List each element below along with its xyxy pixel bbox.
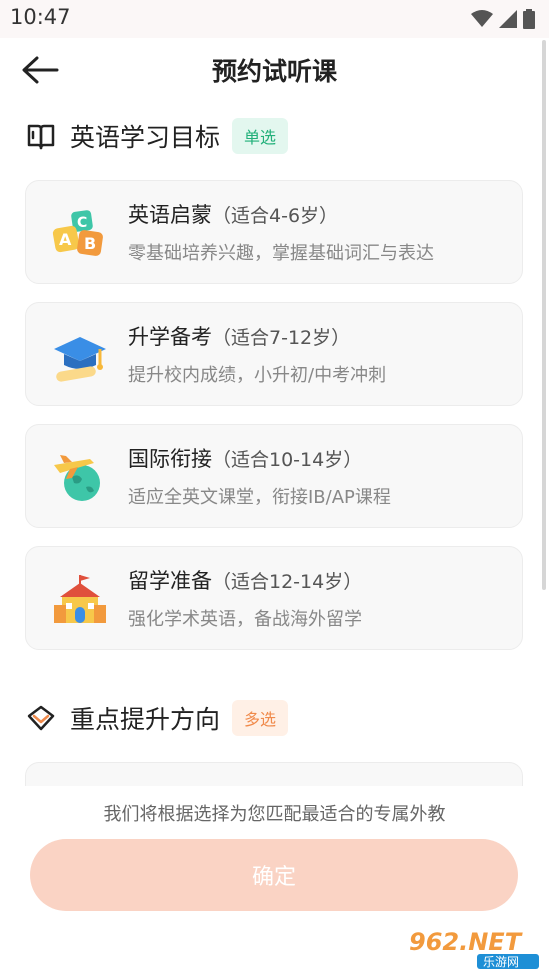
diamond-icon [27,705,55,731]
globe-plane-icon [54,455,100,501]
card-title: 留学准备（适合12-14岁） [128,565,362,595]
watermark-subtext: 乐游网 [483,955,519,969]
card-age: （适合4-6岁） [212,205,339,227]
page-title: 预约试听课 [211,57,337,86]
option-card-exam-prep[interactable]: 升学备考（适合7-12岁） 提升校内成绩，小升初/中考冲刺 [25,302,523,406]
card-age: （适合10-14岁） [212,449,363,471]
card-title-text: 留学准备 [128,569,212,593]
signal-icon [499,10,517,28]
card-title-text: 英语启蒙 [128,203,212,227]
status-time: 10:47 [10,5,71,29]
match-hint-text: 我们将根据选择为您匹配最适合的专属外教 [103,804,446,825]
card-title: 英语启蒙（适合4-6岁） [128,199,338,229]
card-desc: 零基础培养兴趣，掌握基础词汇与表达 [128,243,434,264]
status-icons [471,9,535,29]
svg-text:B: B [84,234,96,253]
card-age: （适合12-14岁） [212,571,363,593]
section-goal-header: 英语学习目标 单选 [26,118,289,154]
card-desc: 适应全英文课堂，衔接IB/AP课程 [128,487,391,508]
single-select-badge: 单选 [232,118,289,154]
watermark-logo: 962.NET 乐游网 [409,928,539,969]
card-desc: 强化学术英语，备战海外留学 [128,609,362,630]
book-icon [27,124,55,150]
confirm-button[interactable]: 确定 [30,839,518,911]
wifi-icon [471,10,493,27]
card-title-text: 升学备考 [128,325,212,349]
battery-icon [523,9,535,29]
card-title-text: 国际衔接 [128,447,212,471]
svg-text:A: A [59,230,72,249]
graduation-cap-icon [54,337,106,382]
section-goal-title: 英语学习目标 [70,123,221,152]
scrollbar[interactable] [542,40,546,590]
card-title: 国际衔接（适合10-14岁） [128,443,362,473]
section-focus-title: 重点提升方向 [70,705,221,734]
multi-select-badge: 多选 [232,700,289,736]
card-desc: 提升校内成绩，小升初/中考冲刺 [128,365,387,386]
watermark-text: 962.NET [409,928,523,956]
status-bar: 10:47 [0,0,549,38]
card-age: （适合7-12岁） [212,327,351,349]
card-title: 升学备考（适合7-12岁） [128,321,350,351]
option-card-study-abroad[interactable]: 留学准备（适合12-14岁） 强化学术英语，备战海外留学 [25,546,523,650]
school-building-icon [54,575,106,623]
app-header: 预约试听课 [0,38,549,100]
option-card-international-bridge[interactable]: 国际衔接（适合10-14岁） 适应全英文课堂，衔接IB/AP课程 [25,424,523,528]
abc-blocks-icon: C A B [52,210,103,256]
svg-text:C: C [77,215,87,231]
option-card-english-enlightenment[interactable]: C A B 英语启蒙（适合4-6岁） 零基础培养兴趣，掌握基础词汇与表达 [25,180,523,284]
section-focus-header: 重点提升方向 多选 [26,700,289,736]
